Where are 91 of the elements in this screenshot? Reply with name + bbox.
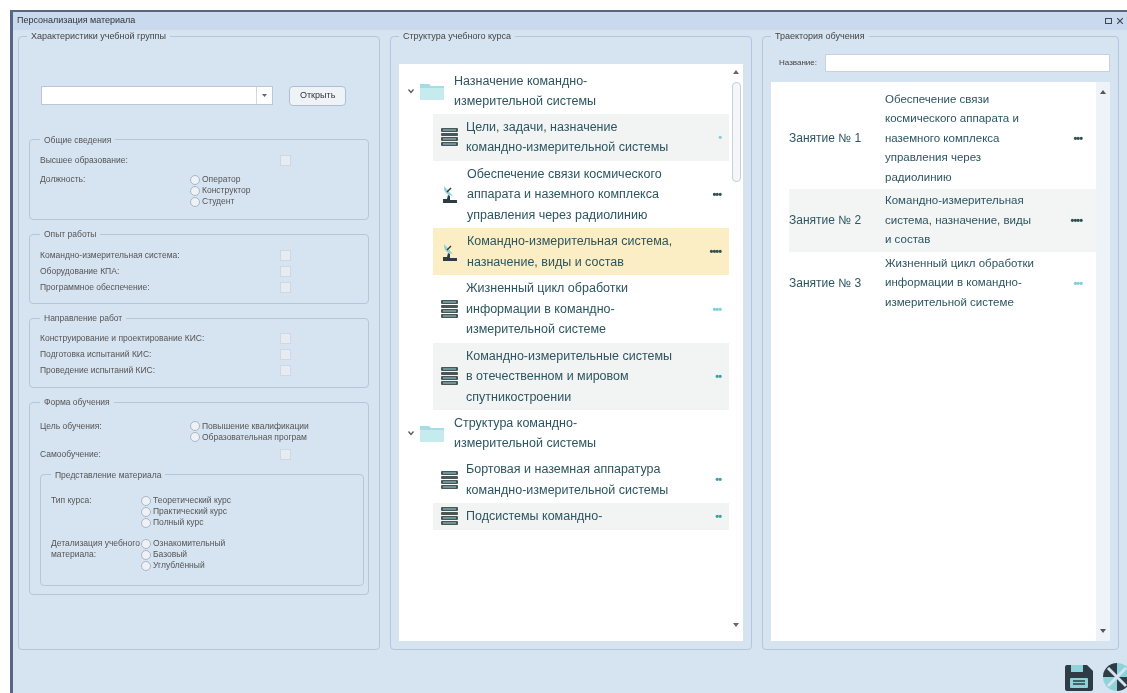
rating-dots: ••• [712, 187, 721, 202]
dropdown-arrow-icon [262, 94, 267, 97]
section-title: Опыт работы [43, 228, 98, 241]
lesson-topic: Командно-измерительная система, назначение, виды и состав [885, 193, 1032, 247]
satellite-dish-icon [441, 185, 459, 204]
radio-option[interactable]: Повышение квалификации [190, 420, 309, 432]
tree-folder-item[interactable]: Назначение командно-измерительной системы [399, 67, 729, 114]
field-label: Цель обучения: [40, 420, 103, 432]
radio-option[interactable]: Ознакомительный [141, 538, 226, 550]
lesson-topic: Обеспечение связи космического аппарата и наземного комплекса управления через радиолинию [885, 91, 1020, 185]
rating-dots: •• [715, 369, 721, 384]
radio-button[interactable] [190, 174, 200, 185]
section-title: Форма обучения [43, 395, 111, 409]
stack-icon [441, 128, 458, 146]
radio-option[interactable]: Теоретический курс [141, 495, 231, 507]
field-label: Должность: [40, 174, 87, 186]
name-input-field[interactable] [825, 53, 1110, 72]
radio-button[interactable] [141, 517, 151, 528]
rating-dots: • [718, 129, 721, 145]
folder-icon [420, 424, 444, 442]
field-label: Самообучение: [40, 448, 102, 461]
radio-button[interactable] [141, 538, 151, 549]
stack-icon [441, 507, 458, 526]
rating-dots: ••• [712, 301, 721, 317]
chevron-icon[interactable] [408, 87, 414, 94]
rating-dots: ••• [1073, 275, 1082, 291]
tree-folder-item[interactable]: Структура командно-измерительной системы [399, 410, 729, 456]
field-label: Тип курса: [51, 495, 93, 507]
stack-icon [441, 299, 458, 318]
field-label: Подготовка испытаний КИС: [40, 348, 153, 362]
folder-icon [420, 81, 444, 100]
scroll-thumb[interactable] [731, 81, 741, 182]
radio-button[interactable] [141, 506, 151, 517]
tree-lesson-item[interactable]: Командно-измерительные системы в отечественном и мировом спутникостроении •• [433, 342, 729, 410]
field-label: Высшее образование: [40, 153, 129, 167]
trajectory-title: Траектория обучения [774, 30, 866, 43]
scroll-up-icon[interactable] [733, 69, 739, 74]
stack-icon [441, 367, 458, 386]
lesson-number: Занятие № 3 [789, 274, 863, 292]
scroll-up-icon[interactable] [1100, 89, 1106, 94]
tree-lesson-item[interactable]: Командно-измерительная система, назначение, виды и состав •••• [433, 228, 729, 275]
scroll-down-icon[interactable] [733, 623, 739, 627]
radio-option[interactable]: Образовательная програм [190, 431, 309, 443]
lesson-number: Занятие № 2 [789, 212, 863, 230]
stack-icon [441, 470, 458, 489]
field-label: Конструирование и проектирование КИС: [40, 332, 206, 346]
radio-button[interactable] [141, 495, 151, 506]
section-title: Общие сведения [43, 133, 113, 147]
group-title: Характеристики учебной группы [30, 31, 167, 43]
satellite-dish-icon [441, 242, 459, 261]
rating-dots: •••• [1070, 213, 1082, 228]
rating-dots: ••• [1073, 131, 1082, 146]
close-icon[interactable] [1117, 18, 1123, 24]
radio-option[interactable]: Полный курс [141, 517, 231, 529]
radio-option[interactable]: Оператор [190, 174, 251, 186]
field-label: Оборудование КПА: [40, 264, 121, 278]
group-combo-box[interactable] [41, 86, 273, 105]
radio-button[interactable] [190, 432, 200, 442]
restore-icon[interactable] [1105, 18, 1112, 24]
radio-button[interactable] [190, 185, 200, 196]
section-title: Направление работ [43, 312, 124, 325]
field-label: Командно-измерительная система: [40, 248, 181, 262]
radio-button[interactable] [190, 196, 200, 207]
radio-button[interactable] [141, 560, 151, 571]
scroll-down-icon[interactable] [1100, 629, 1106, 633]
field-label: Проведение испытаний КИС: [40, 364, 157, 378]
course-structure-title: Структура учебного курса [402, 30, 512, 43]
tree-lesson-item[interactable]: Подсистемы командно- •• [433, 503, 729, 530]
open-button[interactable]: Открыть [289, 85, 347, 106]
radio-option[interactable]: Углублённый [141, 560, 226, 572]
radio-button[interactable] [190, 421, 200, 431]
lesson-item[interactable]: Занятие № 2 Командно-измерительная система, назначение, виды и состав •••• [789, 189, 1096, 252]
lesson-topic: Жизненный цикл обработки информации в командно-измерительной системе [885, 255, 1035, 310]
rating-dots: •• [715, 509, 721, 524]
lesson-number: Занятие № 1 [789, 130, 863, 148]
subgroup-title: Представление материала [54, 468, 163, 482]
rating-dots: •• [715, 472, 721, 488]
name-label: Название: [779, 56, 817, 69]
save-icon[interactable] [1065, 665, 1093, 691]
rating-dots: •••• [709, 244, 721, 260]
cancel-icon[interactable] [1103, 663, 1127, 691]
chevron-icon[interactable] [408, 430, 414, 436]
radio-option[interactable]: Конструктор [190, 185, 251, 197]
radio-option[interactable]: Практический курс [141, 506, 231, 518]
window-title: Персонализация материала [17, 14, 136, 28]
radio-option[interactable]: Студент [190, 196, 251, 208]
tree-lesson-item[interactable]: Цели, задачи, назначение командно-измерительной системы • [433, 113, 729, 161]
radio-option[interactable]: Базовый [141, 549, 226, 561]
radio-button[interactable] [141, 549, 151, 560]
field-label: Детализация учебного материала: [51, 538, 141, 561]
field-label: Программное обеспечение: [40, 280, 151, 294]
